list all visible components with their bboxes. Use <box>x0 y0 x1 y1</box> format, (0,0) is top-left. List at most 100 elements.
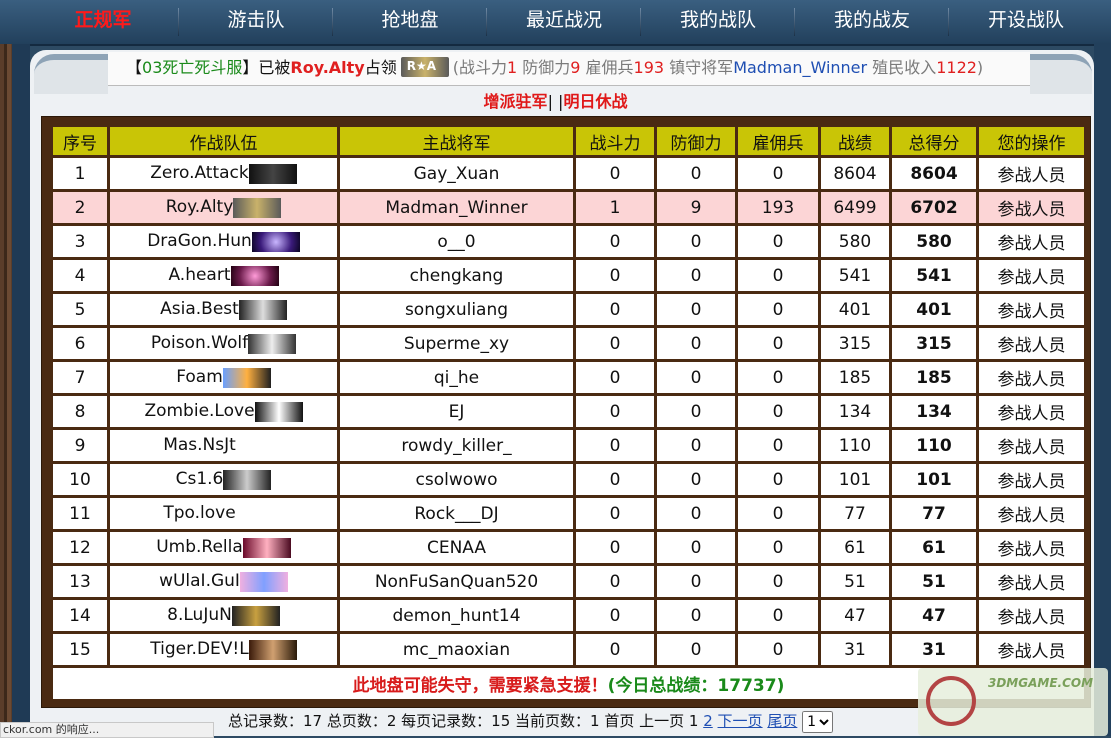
cell-power-text: 0 <box>609 367 621 388</box>
cell-defense-text: 0 <box>690 537 702 558</box>
cell-defense: 0 <box>657 362 735 393</box>
cell-general[interactable]: NonFuSanQuan520 <box>340 566 573 597</box>
cell-team-text: Umb.Rella <box>156 537 243 557</box>
participants-link[interactable]: 参战人员 <box>979 464 1084 495</box>
cell-team[interactable]: Umb.Rella <box>110 532 337 563</box>
cell-general[interactable]: Madman_Winner <box>340 192 573 223</box>
cell-power: 0 <box>576 260 654 291</box>
tab-regular-army[interactable]: 正规军 <box>28 0 178 44</box>
cell-team[interactable]: Mas.NsJt <box>110 430 337 461</box>
cell-team[interactable]: Tpo.love <box>110 498 337 529</box>
participants-link[interactable]: 参战人员 <box>979 396 1084 427</box>
cell-team[interactable]: Foam <box>110 362 337 393</box>
cell-record-text: 110 <box>838 435 872 456</box>
cell-general[interactable]: qi_he <box>340 362 573 393</box>
cell-record: 6499 <box>821 192 889 223</box>
cell-general[interactable]: CENAA <box>340 532 573 563</box>
participants-link[interactable]: 参战人员 <box>979 328 1084 359</box>
participants-link[interactable]: 参战人员 <box>979 158 1084 189</box>
cell-record-text: 134 <box>838 401 872 422</box>
tab-my-comrades[interactable]: 我的战友 <box>797 0 947 44</box>
cell-team[interactable]: Zero.Attack <box>110 158 337 189</box>
cell-merc: 0 <box>738 498 818 529</box>
cell-team[interactable]: Asia.Best <box>110 294 337 325</box>
cell-general[interactable]: EJ <box>340 396 573 427</box>
cell-team[interactable]: Cs1.6 <box>110 464 337 495</box>
cell-team[interactable]: Tiger.DEV!L <box>110 634 337 665</box>
watermark-text: 3DMGAME.COM <box>988 676 1094 690</box>
cell-general[interactable]: o__0 <box>340 226 573 257</box>
participants-link[interactable]: 参战人员 <box>979 566 1084 597</box>
reinforce-garrison-link[interactable]: 增派驻军 <box>484 92 548 111</box>
cell-merc: 0 <box>738 464 818 495</box>
cell-team[interactable]: Zombie.Love <box>110 396 337 427</box>
cell-team-text: Tpo.love <box>163 503 236 523</box>
page-select[interactable]: 1 <box>802 710 834 733</box>
participants-link[interactable]: 参战人员 <box>979 600 1084 631</box>
participants-link[interactable]: 参战人员 <box>979 260 1084 291</box>
nav-divider <box>640 8 641 36</box>
cell-power-text: 0 <box>609 571 621 592</box>
cell-team[interactable]: DraGon.Hun <box>110 226 337 257</box>
participants-link[interactable]: 参战人员 <box>979 498 1084 529</box>
cell-general[interactable]: rowdy_killer_ <box>340 430 573 461</box>
cell-merc-text: 0 <box>772 231 784 252</box>
participants-link[interactable]: 参战人员 <box>979 226 1084 257</box>
warning-text: 此地盘可能失守，需要紧急支援！ <box>352 676 608 696</box>
cell-general[interactable]: songxuliang <box>340 294 573 325</box>
table-row: 12 Umb.Rella CENAA 0 0 0 61 61 参战人员 <box>53 532 1084 563</box>
cell-team[interactable]: Poison.Wolf <box>110 328 337 359</box>
cell-general[interactable]: mc_maoxian <box>340 634 573 665</box>
cell-defense-text: 0 <box>690 163 702 184</box>
truce-tomorrow-link[interactable]: 明日休战 <box>563 92 627 111</box>
defense-label: 防御力 <box>517 58 571 77</box>
cell-total-text: 6702 <box>910 197 958 218</box>
page-2-link[interactable]: 2 <box>703 712 713 730</box>
cell-team[interactable]: 8.LuJuN <box>110 600 337 631</box>
cell-general[interactable]: demon_hunt14 <box>340 600 573 631</box>
cell-general[interactable]: chengkang <box>340 260 573 291</box>
cell-defense: 0 <box>657 464 735 495</box>
top-navigation: 正规军 游击队 抢地盘 最近战况 我的战队 我的战友 开设战队 <box>0 0 1111 46</box>
cell-record: 47 <box>821 600 889 631</box>
cell-merc: 0 <box>738 260 818 291</box>
cell-general-text: Gay_Xuan <box>413 163 500 184</box>
battle-ranking-table: 序号 作战队伍 主战将军 战斗力 防御力 雇佣兵 战绩 总得分 您的操作 1 Zero.Attac… <box>50 124 1087 702</box>
tab-guerrilla[interactable]: 游击队 <box>181 0 331 44</box>
cell-general[interactable]: Superme_xy <box>340 328 573 359</box>
participants-link[interactable]: 参战人员 <box>979 430 1084 461</box>
cell-general-text: songxuliang <box>404 299 509 320</box>
cell-merc: 193 <box>738 192 818 223</box>
cell-defense-text: 0 <box>690 571 702 592</box>
participants-link[interactable]: 参战人员 <box>979 192 1084 223</box>
tab-grab-territory[interactable]: 抢地盘 <box>335 0 485 44</box>
cell-general[interactable]: Rock___DJ <box>340 498 573 529</box>
cell-team[interactable]: wUlaI.GuI <box>110 566 337 597</box>
participants-link[interactable]: 参战人员 <box>979 634 1084 665</box>
team-logo-icon <box>223 470 272 490</box>
team-logo-icon <box>231 606 280 626</box>
participants-link[interactable]: 参战人员 <box>979 362 1084 393</box>
cell-no: 1 <box>53 158 107 189</box>
cell-power-text: 0 <box>609 299 621 320</box>
cell-team[interactable]: A.heart <box>110 260 337 291</box>
cell-general-text: csolwowo <box>415 469 498 490</box>
cell-no: 3 <box>53 226 107 257</box>
tab-recent-battles[interactable]: 最近战况 <box>489 0 639 44</box>
cell-team[interactable]: Roy.Alty <box>110 192 337 223</box>
cell-team-text: Roy.Alty <box>165 197 234 217</box>
participants-link[interactable]: 参战人员 <box>979 294 1084 325</box>
cell-general[interactable]: Gay_Xuan <box>340 158 573 189</box>
cell-no-text: 1 <box>74 163 86 184</box>
team-logo-icon <box>242 538 291 558</box>
last-page-link[interactable]: 尾页 <box>767 712 797 730</box>
garrison-general[interactable]: Madman_Winner <box>733 58 867 77</box>
tab-create-team[interactable]: 开设战队 <box>951 0 1101 44</box>
occupying-team[interactable]: Roy.Alty <box>290 58 364 77</box>
participants-link[interactable]: 参战人员 <box>979 532 1084 563</box>
cell-total-text: 541 <box>916 265 952 286</box>
tab-my-team[interactable]: 我的战队 <box>643 0 793 44</box>
next-page-link[interactable]: 下一页 <box>718 712 763 730</box>
cell-general[interactable]: csolwowo <box>340 464 573 495</box>
cell-no-text: 11 <box>69 503 91 524</box>
